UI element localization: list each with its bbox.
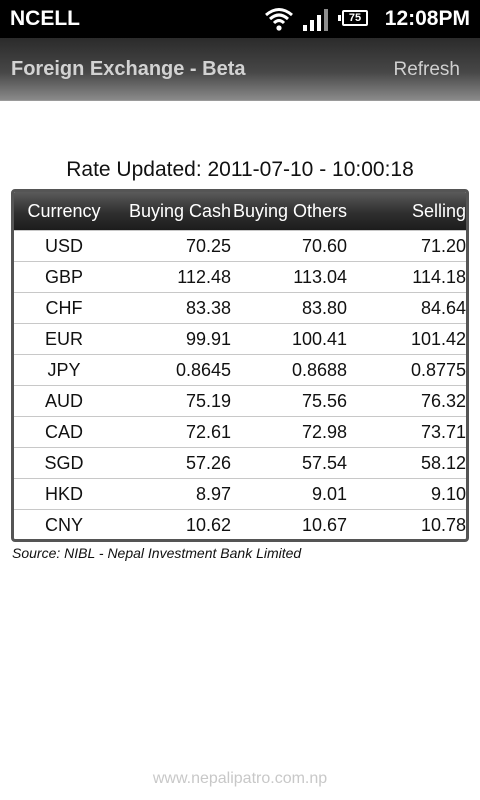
buying-others-rate: 72.98	[231, 416, 347, 448]
wifi-icon	[265, 8, 293, 31]
currency-code: USD	[14, 230, 114, 262]
selling-rate: 9.10	[347, 478, 466, 510]
table-row: EUR 99.91 100.41 101.42	[14, 323, 466, 355]
column-header-selling: Selling	[347, 192, 466, 231]
selling-rate: 71.20	[347, 230, 466, 262]
buying-others-rate: 83.80	[231, 292, 347, 324]
table-row: CAD 72.61 72.98 73.71	[14, 416, 466, 448]
status-bar: NCELL 75 12:08PM	[0, 0, 480, 38]
buying-cash-rate: 72.61	[114, 416, 231, 448]
table-row: AUD 75.19 75.56 76.32	[14, 385, 466, 417]
currency-code: CHF	[14, 292, 114, 324]
currency-code: CNY	[14, 509, 114, 539]
buying-cash-rate: 83.38	[114, 292, 231, 324]
carrier-name: NCELL	[10, 7, 80, 30]
buying-others-rate: 0.8688	[231, 354, 347, 386]
selling-rate: 114.18	[347, 261, 466, 293]
currency-code: AUD	[14, 385, 114, 417]
column-header-buying-others: Buying Others	[231, 192, 347, 231]
table-row: CNY 10.62 10.67 10.78	[14, 509, 466, 539]
table-row: JPY 0.8645 0.8688 0.8775	[14, 354, 466, 386]
battery-icon: 75	[338, 10, 368, 26]
buying-others-rate: 100.41	[231, 323, 347, 355]
currency-code: GBP	[14, 261, 114, 293]
buying-others-rate: 57.54	[231, 447, 347, 479]
currency-code: EUR	[14, 323, 114, 355]
app-title: Foreign Exchange - Beta	[11, 58, 246, 80]
source-note: Source: NIBL - Nepal Investment Bank Lim…	[12, 545, 302, 561]
currency-code: JPY	[14, 354, 114, 386]
selling-rate: 0.8775	[347, 354, 466, 386]
buying-others-rate: 113.04	[231, 261, 347, 293]
table-row: CHF 83.38 83.80 84.64	[14, 292, 466, 324]
buying-others-rate: 10.67	[231, 509, 347, 539]
column-header-buying-cash: Buying Cash	[114, 192, 231, 231]
buying-others-rate: 9.01	[231, 478, 347, 510]
currency-code: HKD	[14, 478, 114, 510]
buying-cash-rate: 75.19	[114, 385, 231, 417]
buying-cash-rate: 0.8645	[114, 354, 231, 386]
currency-code: CAD	[14, 416, 114, 448]
currency-code: SGD	[14, 447, 114, 479]
buying-cash-rate: 99.91	[114, 323, 231, 355]
app-header: Foreign Exchange - Beta Refresh	[0, 38, 480, 101]
table-row: GBP 112.48 113.04 114.18	[14, 261, 466, 293]
buying-others-rate: 75.56	[231, 385, 347, 417]
footer-url[interactable]: www.nepalipatro.com.np	[0, 770, 480, 788]
buying-cash-rate: 112.48	[114, 261, 231, 293]
column-header-currency: Currency	[14, 192, 114, 231]
selling-rate: 58.12	[347, 447, 466, 479]
buying-cash-rate: 8.97	[114, 478, 231, 510]
table-row: SGD 57.26 57.54 58.12	[14, 447, 466, 479]
signal-icon	[303, 9, 328, 31]
buying-others-rate: 70.60	[231, 230, 347, 262]
buying-cash-rate: 70.25	[114, 230, 231, 262]
selling-rate: 101.42	[347, 323, 466, 355]
table-row: HKD 8.97 9.01 9.10	[14, 478, 466, 510]
selling-rate: 76.32	[347, 385, 466, 417]
selling-rate: 10.78	[347, 509, 466, 539]
refresh-button[interactable]: Refresh	[393, 59, 460, 81]
buying-cash-rate: 57.26	[114, 447, 231, 479]
buying-cash-rate: 10.62	[114, 509, 231, 539]
clock: 12:08PM	[384, 7, 470, 30]
exchange-rate-table: Currency Buying Cash Buying Others Selli…	[11, 189, 469, 542]
selling-rate: 84.64	[347, 292, 466, 324]
table-row: USD 70.25 70.60 71.20	[14, 230, 466, 262]
rate-updated-text: Rate Updated: 2011-07-10 - 10:00:18	[66, 158, 414, 181]
selling-rate: 73.71	[347, 416, 466, 448]
table-header-row: Currency Buying Cash Buying Others Selli…	[14, 192, 466, 231]
